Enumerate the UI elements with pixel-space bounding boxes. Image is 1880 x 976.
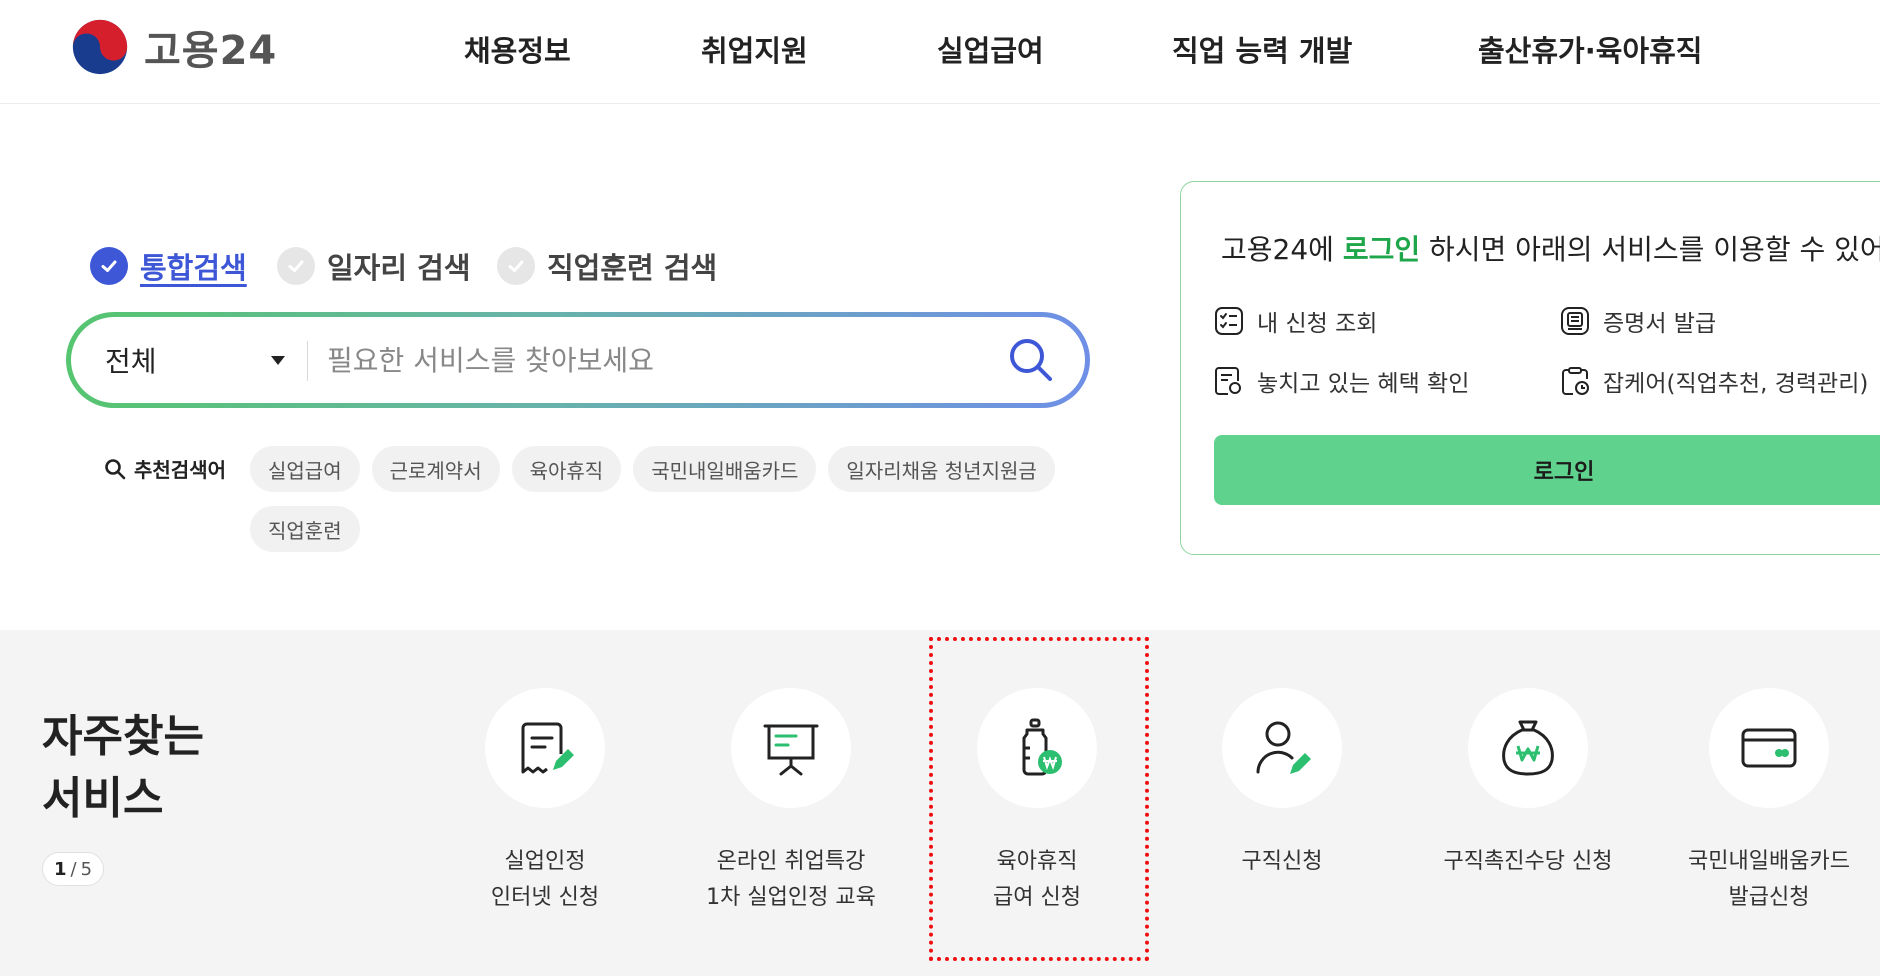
tab-integrated-search[interactable]: 통합검색 — [90, 245, 247, 287]
login-service-my-applications: 내 신청 조회 — [1213, 304, 1377, 338]
keyword-chip-list: 실업급여 근로계약서 육아휴직 국민내일배움카드 일자리채움 청년지원금 직업훈… — [250, 446, 1070, 552]
service-label: 구직촉진수당 신청 — [1444, 844, 1613, 880]
keyword-chip[interactable]: 일자리채움 청년지원금 — [828, 446, 1055, 492]
pager-total: 5 — [80, 858, 93, 880]
search-input[interactable] — [327, 333, 977, 387]
site-header: 고용24 채용정보 취업지원 실업급여 직업 능력 개발 출산휴가·육아휴직 — [0, 0, 1880, 104]
service-label-line1: 구직촉진수당 신청 — [1443, 849, 1613, 874]
tab-label: 일자리 검색 — [327, 251, 471, 285]
search-scope-select[interactable]: 전체 — [105, 317, 157, 403]
money-bag-icon — [1502, 720, 1554, 776]
keyword-chip[interactable]: 근로계약서 — [371, 446, 500, 492]
service-icon-circle — [977, 688, 1097, 808]
login-title-suffix: 하시면 아래의 서비스를 이용할 수 있어요 — [1420, 233, 1880, 266]
service-label-line2: 1차 실업인정 교육 — [706, 885, 876, 910]
service-icon-circle — [485, 688, 605, 808]
login-service-label: 내 신청 조회 — [1257, 311, 1378, 337]
login-service-jobcare: 잡케어(직업추천, 경력관리) — [1559, 364, 1868, 398]
service-label: 육아휴직 급여 신청 — [993, 844, 1081, 916]
service-label: 국민내일배움카드 발급신청 — [1688, 844, 1850, 916]
nav-item-jobs[interactable]: 채용정보 — [464, 28, 571, 70]
search-divider — [307, 341, 308, 381]
service-label-line2: 발급신청 — [1728, 885, 1810, 910]
pager-current: 1 — [53, 858, 67, 880]
keyword-chip[interactable]: 실업급여 — [250, 446, 360, 492]
nav-item-employment-support[interactable]: 취업지원 — [701, 28, 808, 70]
search-icon[interactable] — [1005, 334, 1057, 386]
search-bar: 전체 — [66, 312, 1090, 408]
card-icon — [1741, 728, 1797, 768]
service-icon-circle — [1222, 688, 1342, 808]
taegeuk-logo-icon — [72, 19, 128, 75]
carousel-pager: 1 / 5 — [42, 852, 104, 886]
service-card-parental-leave-benefit[interactable]: 육아휴직 급여 신청 — [917, 688, 1157, 916]
keyword-chip[interactable]: 국민내일배움카드 — [633, 446, 817, 492]
login-panel-title: 고용24에 로그인 하시면 아래의 서비스를 이용할 수 있어요 — [1221, 228, 1880, 268]
checklist-icon — [1215, 307, 1243, 335]
search-scope-value: 전체 — [105, 345, 157, 378]
service-label-line1: 육아휴직 — [996, 849, 1078, 874]
service-label-line1: 온라인 취업특강 — [716, 849, 866, 874]
service-label: 실업인정 인터넷 신청 — [491, 844, 599, 916]
check-circle-icon — [277, 247, 315, 285]
login-button[interactable]: 로그인 — [1214, 435, 1880, 505]
frequent-services-section: 자주찾는 서비스 1 / 5 실업인정 인터넷 신청 온라인 취업특강 1차 실… — [0, 630, 1880, 976]
service-card-learning-card[interactable]: 국민내일배움카드 발급신청 — [1649, 688, 1880, 916]
pager-separator: / — [70, 858, 77, 880]
login-title-highlight: 로그인 — [1342, 233, 1421, 266]
check-circle-icon — [90, 247, 128, 285]
keyword-chip[interactable]: 직업훈련 — [250, 506, 360, 552]
service-card-unemployment-recognition[interactable]: 실업인정 인터넷 신청 — [425, 688, 665, 916]
login-panel: 고용24에 로그인 하시면 아래의 서비스를 이용할 수 있어요 내 신청 조회… — [1180, 181, 1880, 555]
service-label-line1: 국민내일배움카드 — [1688, 849, 1850, 874]
service-card-job-promotion-allowance[interactable]: 구직촉진수당 신청 — [1408, 688, 1648, 880]
tab-label: 직업훈련 검색 — [547, 251, 718, 285]
caret-down-icon[interactable] — [271, 356, 285, 365]
service-label-line2: 인터넷 신청 — [490, 885, 600, 910]
login-service-label: 놓치고 있는 혜택 확인 — [1257, 371, 1470, 397]
search-bar-inner: 전체 — [71, 317, 1085, 403]
service-card-job-seeking-registration[interactable]: 구직신청 — [1162, 688, 1402, 880]
service-icon-circle — [1468, 688, 1588, 808]
logo-text: 고용24 — [144, 28, 278, 74]
login-service-label: 잡케어(직업추천, 경력관리) — [1603, 371, 1869, 397]
frequent-title-line2: 서비스 — [42, 773, 164, 824]
service-label-line2: 급여 신청 — [993, 885, 1081, 910]
baby-bottle-won-icon — [1022, 718, 1062, 776]
keyword-chip[interactable]: 육아휴직 — [511, 446, 622, 492]
check-circle-icon — [497, 247, 535, 285]
login-service-certificate: 증명서 발급 — [1559, 304, 1716, 338]
login-service-missed-benefits: 놓치고 있는 혜택 확인 — [1213, 364, 1469, 398]
receipt-edit-icon — [521, 722, 574, 774]
nav-item-parental-leave[interactable]: 출산휴가·육아휴직 — [1478, 28, 1702, 70]
recommended-keywords-label: 추천검색어 — [134, 458, 226, 482]
tab-training-search[interactable]: 직업훈련 검색 — [497, 245, 717, 287]
clipboard-clock-icon — [1562, 367, 1589, 395]
service-label-line1: 구직신청 — [1241, 849, 1323, 874]
document-search-icon — [1215, 367, 1241, 395]
tab-label: 통합검색 — [140, 251, 247, 285]
login-title-prefix: 고용24에 — [1221, 233, 1343, 266]
site-logo[interactable]: 고용24 — [68, 16, 277, 78]
service-label: 구직신청 — [1242, 844, 1323, 880]
service-card-online-job-lecture[interactable]: 온라인 취업특강 1차 실업인정 교육 — [671, 688, 911, 916]
frequent-title-line1: 자주찾는 — [42, 711, 204, 762]
service-label: 온라인 취업특강 1차 실업인정 교육 — [706, 844, 876, 916]
frequent-services-title: 자주찾는 서비스 — [42, 706, 204, 830]
service-label-line1: 실업인정 — [504, 849, 586, 874]
tab-job-search[interactable]: 일자리 검색 — [277, 245, 471, 287]
nav-item-unemployment-benefits[interactable]: 실업급여 — [937, 28, 1044, 70]
presentation-board-icon — [763, 724, 819, 776]
nav-item-vocational-training[interactable]: 직업 능력 개발 — [1172, 28, 1352, 70]
search-icon — [105, 458, 126, 479]
recommended-keywords-title: 추천검색어 — [104, 454, 226, 483]
user-edit-icon — [1256, 721, 1311, 774]
service-icon-circle — [1709, 688, 1829, 808]
login-service-label: 증명서 발급 — [1603, 311, 1717, 337]
certificate-icon — [1561, 307, 1589, 335]
service-icon-circle — [731, 688, 851, 808]
